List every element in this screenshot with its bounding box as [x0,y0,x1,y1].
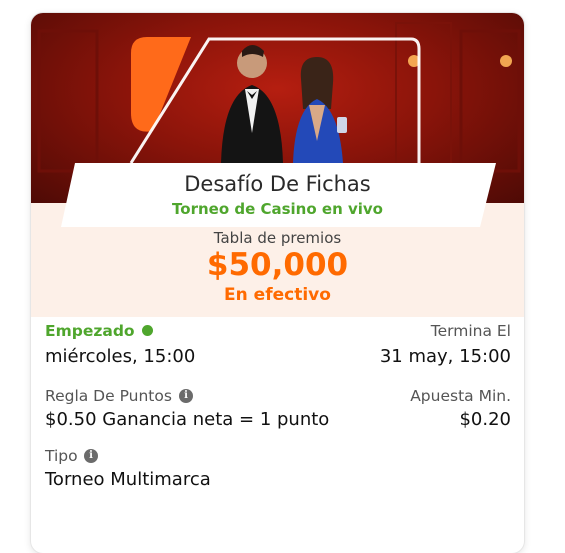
start-time-value: miércoles, 15:00 [45,346,196,367]
type-info-icon[interactable]: i [84,449,98,463]
live-status-dot-icon [142,325,153,336]
min-bet-label: Apuesta Min. [410,387,511,405]
min-bet-value: $0.20 [459,409,511,430]
end-time-label: Termina El [430,322,511,340]
status-label: Empezado [45,322,135,340]
prize-amount: $50,000 [206,247,349,283]
points-rule-value: $0.50 Ganancia neta = 1 punto [45,409,330,430]
prize-type: En efectivo [224,285,331,305]
end-time-value: 31 may, 15:00 [379,346,511,367]
type-value: Torneo Multimarca [45,469,211,490]
points-rule-info-icon[interactable]: i [179,389,193,403]
tournament-subtitle: Torneo de Casino en vivo [172,200,383,218]
points-rule-label: Regla De Puntos [45,387,172,405]
tournament-title: Desafío De Fichas [184,172,371,196]
type-label: Tipo [45,447,78,465]
tournament-card[interactable]: Desafío De Fichas Torneo de Casino en vi… [31,13,524,553]
prize-label: Tabla de premios [213,229,342,247]
